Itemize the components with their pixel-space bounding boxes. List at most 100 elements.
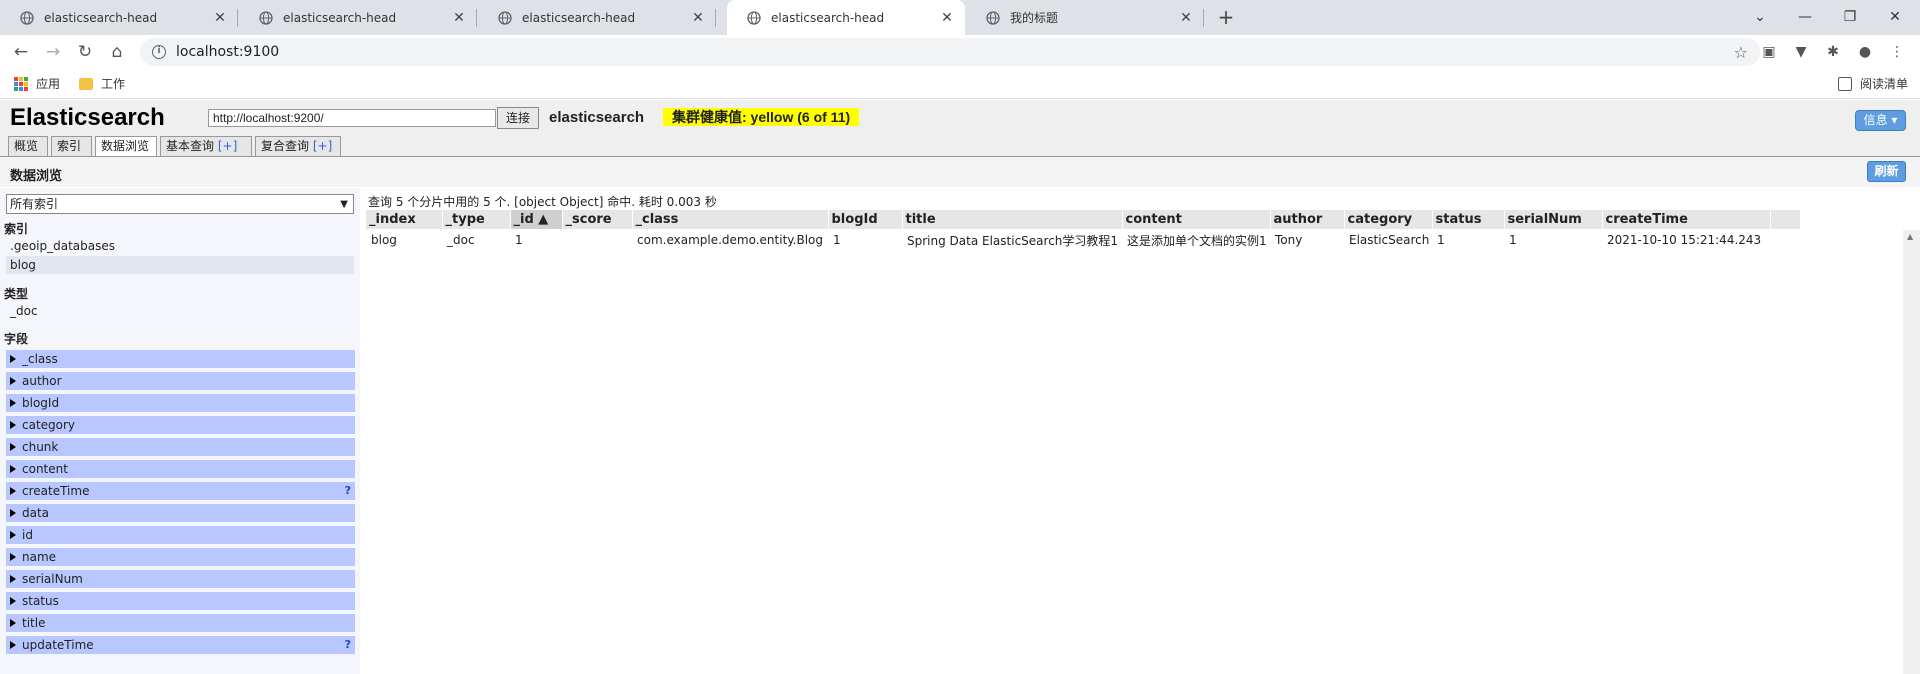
- close-window-button[interactable]: ✕: [1880, 4, 1910, 30]
- expand-triangle-icon[interactable]: [10, 641, 16, 649]
- sidebar-field-item[interactable]: _class: [6, 350, 355, 368]
- column-header[interactable]: serialNum: [1504, 210, 1603, 229]
- forward-button[interactable]: →: [40, 40, 66, 64]
- index-select[interactable]: 所有索引 ▼: [6, 194, 354, 214]
- restore-button[interactable]: ❐: [1835, 4, 1865, 30]
- es-tab[interactable]: 数据浏览: [95, 136, 157, 157]
- expand-triangle-icon[interactable]: [10, 487, 16, 495]
- expand-triangle-icon[interactable]: [10, 443, 16, 451]
- close-icon[interactable]: ✕: [690, 10, 706, 26]
- column-header[interactable]: _type: [442, 210, 511, 229]
- browser-tab[interactable]: elasticsearch-head ✕: [239, 0, 477, 35]
- expand-triangle-icon[interactable]: [10, 575, 16, 583]
- browser-tab[interactable]: 我的标题 ✕: [966, 0, 1204, 35]
- table-row[interactable]: blog _doc 1 com.example.demo.entity.Blog 1 Sp…: [366, 229, 1800, 251]
- expand-triangle-icon[interactable]: [10, 355, 16, 363]
- sidebar-field-item[interactable]: createTime?: [6, 482, 355, 500]
- sidebar-field-item[interactable]: data: [6, 504, 355, 522]
- expand-triangle-icon[interactable]: [10, 399, 16, 407]
- column-header[interactable]: _score: [562, 210, 633, 229]
- es-tab[interactable]: 概览: [8, 136, 48, 156]
- close-icon[interactable]: ✕: [1178, 10, 1194, 26]
- close-icon[interactable]: ✕: [451, 10, 467, 26]
- expand-triangle-icon[interactable]: [10, 597, 16, 605]
- extension-icon[interactable]: ▣: [1760, 43, 1778, 61]
- sidebar-field-item[interactable]: id: [6, 526, 355, 544]
- browser-tab[interactable]: elasticsearch-head ✕: [478, 0, 716, 35]
- field-label: createTime: [22, 484, 90, 498]
- help-icon[interactable]: ?: [345, 482, 351, 500]
- column-header[interactable]: category: [1344, 210, 1433, 229]
- cluster-url-input[interactable]: http://localhost:9200/: [208, 109, 496, 127]
- es-tab-label: 索引: [57, 139, 82, 153]
- sidebar-field-item[interactable]: updateTime?: [6, 636, 355, 654]
- site-info-icon[interactable]: i: [152, 45, 166, 59]
- sidebar-field-item[interactable]: author: [6, 372, 355, 390]
- close-icon[interactable]: ✕: [939, 10, 955, 26]
- browser-tab[interactable]: elasticsearch-head ✕: [727, 0, 965, 35]
- vertical-scrollbar[interactable]: ▲: [1903, 230, 1920, 674]
- column-header[interactable]: createTime: [1602, 210, 1771, 229]
- column-header[interactable]: _index: [366, 210, 443, 229]
- globe-icon: [20, 10, 34, 25]
- refresh-button[interactable]: 刷新: [1867, 161, 1906, 182]
- field-label: title: [22, 616, 46, 630]
- sidebar-field-item[interactable]: content: [6, 460, 355, 478]
- column-header[interactable]: _id ▲: [510, 210, 563, 229]
- es-tab[interactable]: 基本查询 [+]: [160, 136, 252, 156]
- menu-kebab-icon[interactable]: ⋮: [1888, 43, 1906, 61]
- expand-triangle-icon[interactable]: [10, 377, 16, 385]
- column-header[interactable]: status: [1432, 210, 1505, 229]
- column-header[interactable]: content: [1122, 210, 1271, 229]
- new-tab-button[interactable]: +: [1212, 4, 1240, 32]
- sidebar-field-item[interactable]: blogId: [6, 394, 355, 412]
- help-icon[interactable]: ?: [345, 636, 351, 654]
- sidebar-field-item[interactable]: serialNum: [6, 570, 355, 588]
- browser-tab[interactable]: elasticsearch-head ✕: [0, 0, 238, 35]
- column-header[interactable]: title: [902, 210, 1123, 229]
- scroll-up-icon[interactable]: ▲: [1907, 232, 1913, 241]
- home-button[interactable]: ⌂: [104, 40, 130, 64]
- sidebar-field-item[interactable]: status: [6, 592, 355, 610]
- expand-triangle-icon[interactable]: [10, 619, 16, 627]
- sidebar-field-item[interactable]: category: [6, 416, 355, 434]
- expand-triangle-icon[interactable]: [10, 421, 16, 429]
- reload-button[interactable]: ↻: [72, 40, 98, 64]
- sidebar-type-item[interactable]: _doc: [6, 302, 354, 320]
- bookmark-star-icon[interactable]: ☆: [1734, 43, 1748, 62]
- expand-triangle-icon[interactable]: [10, 509, 16, 517]
- close-icon[interactable]: ✕: [212, 10, 228, 26]
- sidebar-index-item[interactable]: blog: [6, 256, 354, 274]
- results-table: _index _type _id ▲ _score _class blogId title c…: [366, 210, 1801, 251]
- profile-avatar-icon[interactable]: ●: [1856, 43, 1874, 61]
- chevron-down-icon: ▼: [340, 199, 348, 210]
- table-cell: 1: [833, 233, 841, 247]
- add-query-icon[interactable]: [+]: [218, 139, 237, 153]
- expand-triangle-icon[interactable]: [10, 531, 16, 539]
- expand-triangle-icon[interactable]: [10, 553, 16, 561]
- bookmark-apps[interactable]: 应用: [14, 75, 60, 92]
- table-cell: Spring Data ElasticSearch学习教程1: [907, 233, 1119, 248]
- back-button[interactable]: ←: [8, 40, 34, 64]
- info-dropdown-button[interactable]: 信息 ▾: [1855, 110, 1906, 131]
- es-tab[interactable]: 复合查询 [+]: [255, 136, 341, 156]
- sidebar-field-item[interactable]: title: [6, 614, 355, 632]
- query-info: 查询 5 个分片中用的 5 个. [object Object] 命中. 耗时 …: [368, 195, 717, 209]
- vue-devtools-icon[interactable]: ▼: [1792, 43, 1810, 61]
- address-bar[interactable]: i localhost:9100 ☆: [140, 38, 1760, 66]
- sidebar-field-item[interactable]: name: [6, 548, 355, 566]
- column-header[interactable]: _class: [632, 210, 829, 229]
- bookmark-work[interactable]: 工作: [79, 75, 125, 92]
- tab-search-icon[interactable]: ⌄: [1745, 4, 1775, 30]
- extensions-puzzle-icon[interactable]: ✱: [1824, 43, 1842, 61]
- sidebar-index-item[interactable]: .geoip_databases: [6, 237, 354, 255]
- minimize-button[interactable]: —: [1790, 4, 1820, 30]
- column-header[interactable]: blogId: [828, 210, 903, 229]
- es-tab[interactable]: 索引: [51, 136, 92, 156]
- column-header[interactable]: author: [1270, 210, 1345, 229]
- add-query-icon[interactable]: [+]: [313, 139, 332, 153]
- expand-triangle-icon[interactable]: [10, 465, 16, 473]
- reading-list-button[interactable]: 阅读清单: [1838, 75, 1908, 92]
- connect-button[interactable]: 连接: [497, 107, 539, 129]
- sidebar-field-item[interactable]: chunk: [6, 438, 355, 456]
